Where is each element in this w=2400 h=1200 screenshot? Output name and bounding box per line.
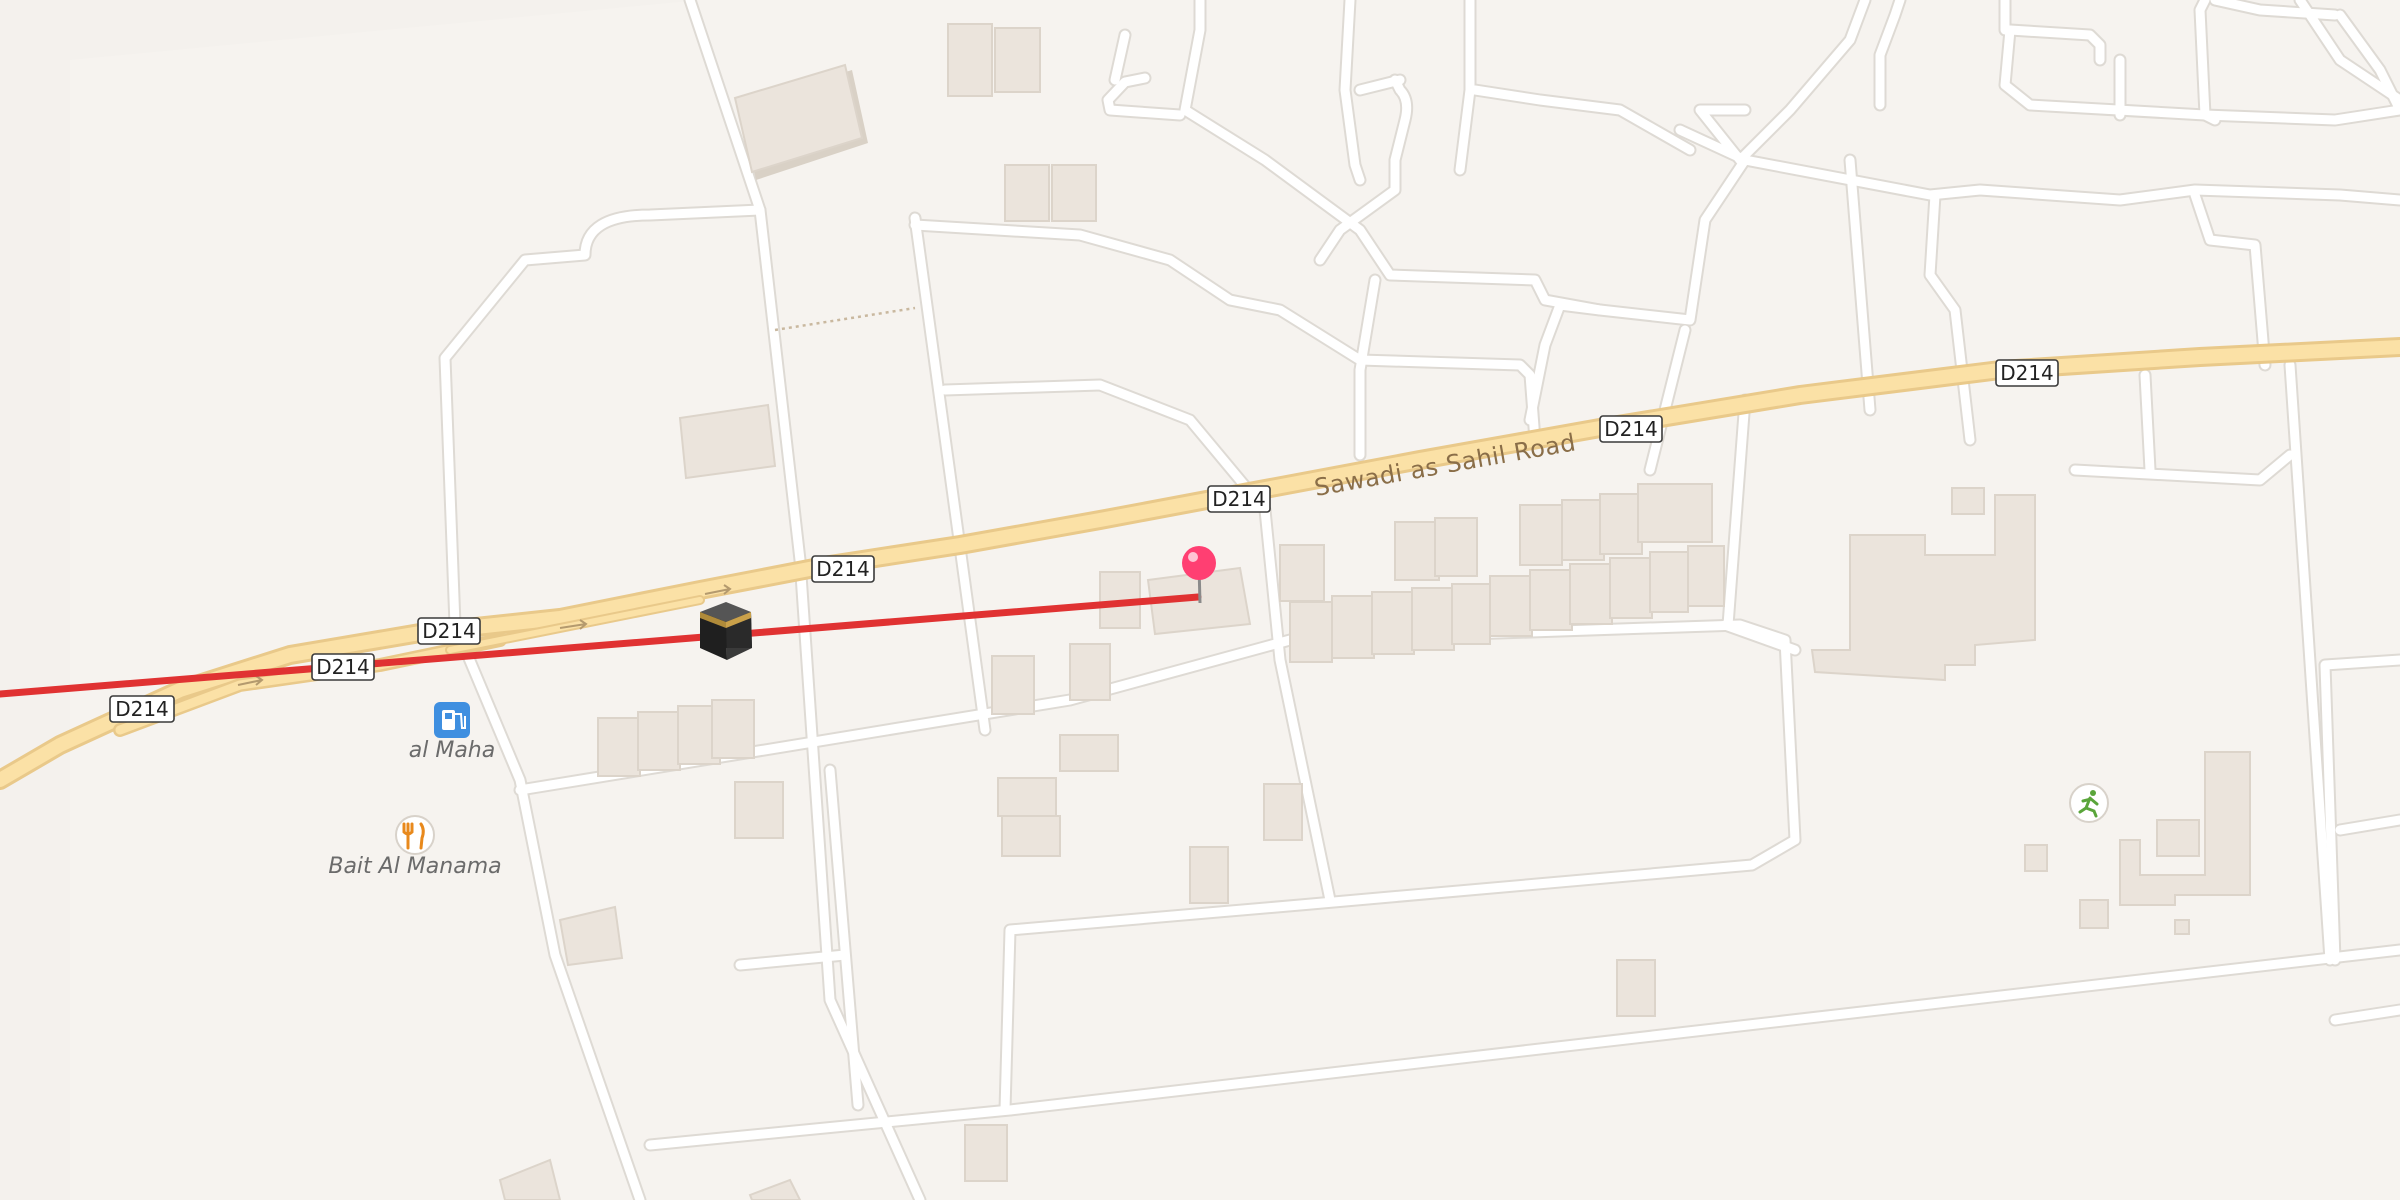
road-shield[interactable]: D214 bbox=[311, 653, 375, 681]
road-shield-label: D214 bbox=[422, 619, 476, 643]
poi-restaurant-badge bbox=[395, 815, 435, 855]
map-svg[interactable]: Sawadi as Sahil Road D214 D214 D214 D214… bbox=[0, 0, 2400, 1200]
road-shield-label: D214 bbox=[115, 697, 169, 721]
kaaba-icon bbox=[700, 602, 752, 660]
poi-fuel-label: al Maha bbox=[409, 738, 495, 763]
road-shield[interactable]: D214 bbox=[1207, 485, 1271, 513]
poi-restaurant-label: Bait Al Manama bbox=[328, 854, 501, 879]
road-shield-label: D214 bbox=[1604, 417, 1658, 441]
fuel-pump-window bbox=[445, 713, 452, 719]
map-canvas[interactable]: Sawadi as Sahil Road D214 D214 D214 D214… bbox=[0, 0, 2400, 1200]
road-shield[interactable]: D214 bbox=[417, 617, 481, 645]
road-shield[interactable]: D214 bbox=[109, 695, 175, 723]
road-shield-label: D214 bbox=[316, 655, 370, 679]
pin-head bbox=[1182, 546, 1216, 580]
road-shield-label: D214 bbox=[816, 557, 870, 581]
road-shield[interactable]: D214 bbox=[1599, 415, 1663, 443]
road-shield[interactable]: D214 bbox=[1995, 359, 2059, 387]
poi-sports[interactable] bbox=[2069, 783, 2109, 823]
road-shield-label: D214 bbox=[2000, 361, 2054, 385]
pin-highlight bbox=[1188, 552, 1198, 562]
road-shield-label: D214 bbox=[1212, 487, 1266, 511]
road-shield[interactable]: D214 bbox=[811, 555, 875, 583]
kaaba-marker[interactable] bbox=[700, 602, 752, 660]
